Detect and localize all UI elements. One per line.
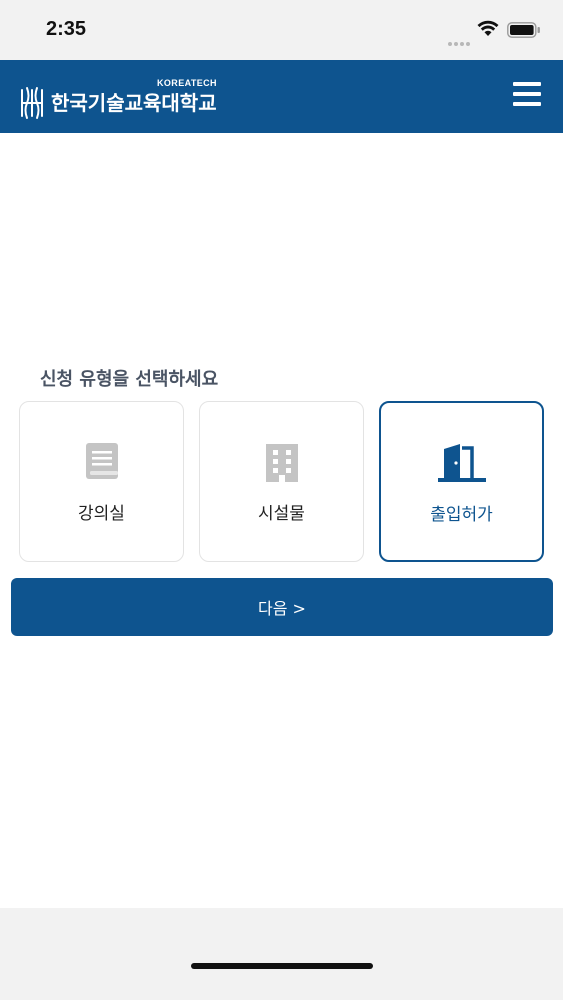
option-card-classroom[interactable]: 강의실 [19, 401, 184, 562]
home-indicator[interactable] [191, 963, 373, 969]
option-label: 시설물 [258, 504, 305, 524]
bottom-bar [0, 908, 563, 1000]
door-icon [437, 444, 486, 482]
page-prompt: 신청 유형을 선택하세요 [40, 369, 219, 390]
hamburger-menu-icon[interactable] [513, 82, 543, 108]
option-label: 출입허가 [430, 505, 493, 525]
app-header: KOREATECH 한국기술교육대학교 [0, 60, 563, 133]
battery-icon [507, 22, 540, 38]
signal-dots-icon [448, 31, 472, 50]
option-card-access-permit[interactable]: 출입허가 [379, 401, 544, 562]
koreatech-logo-icon [21, 87, 43, 119]
next-button[interactable]: 다음 > [11, 578, 553, 636]
wifi-icon [477, 20, 499, 36]
option-card-facility[interactable]: 시설물 [199, 401, 364, 562]
status-bar: 2:35 [0, 0, 563, 60]
option-label: 강의실 [78, 504, 125, 524]
building-icon [265, 444, 298, 482]
logo-text: 한국기술교육대학교 [51, 91, 217, 115]
status-time: 2:35 [46, 18, 87, 40]
book-icon [85, 443, 118, 479]
